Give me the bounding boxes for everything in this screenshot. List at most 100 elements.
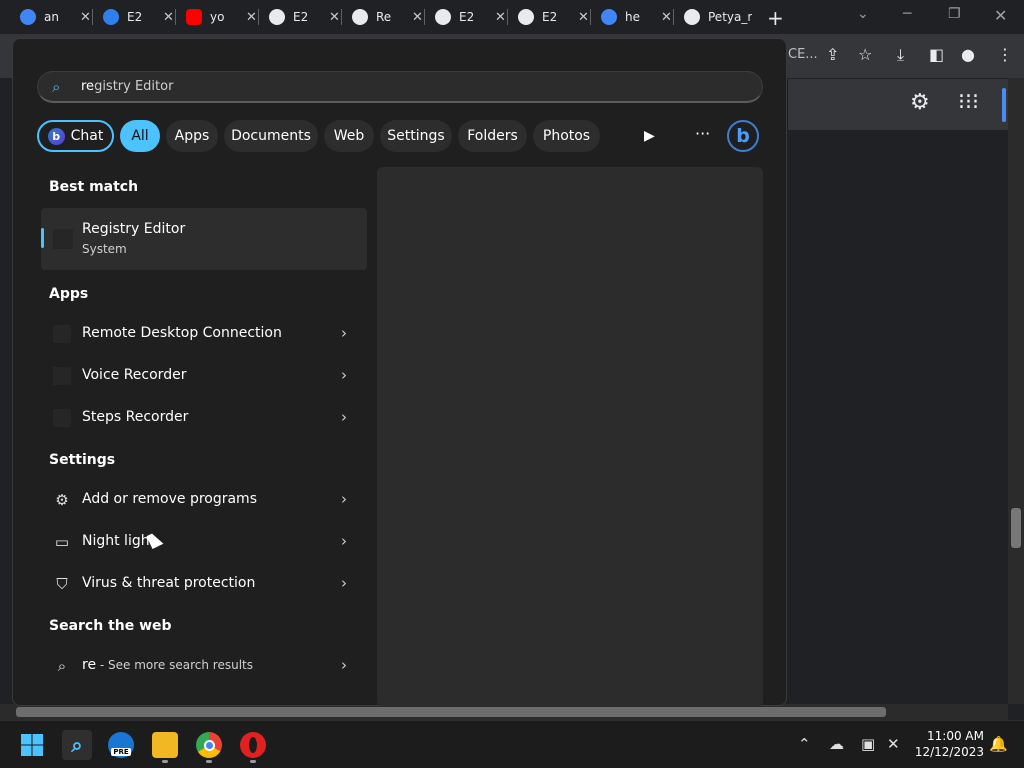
chevron-right-icon[interactable]: › [341, 408, 347, 426]
filter-web[interactable]: Web [324, 120, 374, 152]
browser-tab-9[interactable]: Petya_r [674, 0, 757, 34]
github-icon [352, 9, 368, 25]
app-item-steps-recorder[interactable]: Steps Recorder › [41, 399, 367, 437]
window-close-icon[interactable]: ✕ [994, 6, 1007, 25]
download-icon[interactable]: ⤓ [897, 45, 904, 65]
star-icon[interactable]: ☆ [858, 45, 872, 64]
setting-label: Add or remove programs [82, 491, 257, 507]
browser-tab-1[interactable]: an ✕ [10, 0, 93, 34]
search-query[interactable]: registry Editor [81, 79, 173, 94]
more-options-icon[interactable]: ··· [695, 124, 710, 143]
web-search-item[interactable]: ⌕ re - See more search results › [41, 647, 367, 685]
chevron-up-icon[interactable]: ⌃ [798, 735, 811, 753]
filter-photos[interactable]: Photos [533, 120, 600, 152]
cloud-offline-icon[interactable]: ☁ [829, 735, 844, 753]
edge-preview-icon[interactable]: PRE [108, 732, 134, 758]
filter-all[interactable]: All [120, 120, 160, 152]
close-icon[interactable]: ✕ [495, 10, 506, 25]
chevron-right-icon[interactable]: › [341, 324, 347, 342]
settings-item-night-light[interactable]: ▭ Night light › [41, 523, 367, 561]
volume-muted-icon[interactable]: ✕ [887, 735, 900, 753]
clock-date: 12/12/2023 [914, 745, 984, 759]
windows-start-icon[interactable] [19, 732, 45, 758]
clock-time: 11:00 AM [927, 729, 984, 743]
google-icon [601, 9, 617, 25]
chevron-down-icon[interactable]: ⌄ [857, 6, 869, 22]
search-autocomplete: gistry Editor [94, 79, 174, 94]
close-icon[interactable]: ✕ [412, 10, 423, 25]
address-bar-text[interactable]: CE... [788, 47, 818, 62]
preview-pane [377, 167, 763, 707]
close-icon[interactable]: ✕ [80, 10, 91, 25]
share-icon[interactable]: ⇪ [826, 45, 839, 64]
best-match-name: Registry Editor [82, 221, 186, 237]
taskbar-clock[interactable]: 11:00 AM 12/12/2023 [914, 728, 984, 760]
section-settings: Settings [49, 452, 116, 468]
selection-indicator [41, 228, 44, 248]
browser-tab-bar: an ✕ E2 ✕ yo ✕ E2 ✕ Re ✕ E2 ✕ E2 ✕ he ✕ … [0, 0, 1024, 34]
browser-tab-5[interactable]: Re ✕ [342, 0, 425, 34]
filter-apps[interactable]: Apps [166, 120, 218, 152]
close-icon[interactable]: ✕ [163, 10, 174, 25]
taskbar-search-icon[interactable]: ⌕ [62, 730, 92, 760]
chevron-right-icon[interactable]: › [341, 366, 347, 384]
steps-recorder-icon [53, 409, 71, 427]
section-search-web: Search the web [49, 618, 172, 634]
close-icon[interactable]: ✕ [578, 10, 589, 25]
browser-tab-7[interactable]: E2 ✕ [508, 0, 591, 34]
settings-item-add-remove-programs[interactable]: ⚙ Add or remove programs › [41, 481, 367, 519]
network-icon[interactable]: ▣ [861, 735, 875, 753]
apps-grid-icon[interactable]: ⁝⁝⁝ [958, 90, 979, 115]
laptop-icon: ▭ [54, 533, 70, 551]
profile-icon[interactable]: ● [961, 45, 975, 64]
filter-settings[interactable]: Settings [380, 120, 452, 152]
chevron-right-icon[interactable]: › [341, 656, 347, 674]
browser-tab-4[interactable]: E2 ✕ [259, 0, 342, 34]
google-icon [20, 9, 36, 25]
taskbar: ⌕ PRE ⌃ ☁ ▣ ✕ 11:00 AM 12/12/2023 🔔 [0, 720, 1024, 768]
tab-title: E2 [127, 10, 143, 24]
browser-tab-6[interactable]: E2 ✕ [425, 0, 508, 34]
chevron-right-icon[interactable]: › [341, 574, 347, 592]
section-apps: Apps [49, 286, 89, 302]
app-label: Voice Recorder [82, 367, 187, 383]
vertical-scrollbar[interactable] [1008, 78, 1024, 704]
chevron-right-icon[interactable]: › [341, 532, 347, 550]
setting-label: Virus & threat protection [82, 575, 256, 591]
kebab-menu-icon[interactable]: ⋮ [997, 45, 1013, 64]
browser-tab-8[interactable]: he ✕ [591, 0, 674, 34]
browser-tab-3[interactable]: yo ✕ [176, 0, 259, 34]
close-icon[interactable]: ✕ [661, 10, 672, 25]
restore-icon[interactable]: ❐ [948, 6, 961, 22]
search-icon: ⌕ [71, 733, 83, 757]
side-panel-icon[interactable]: ◧ [929, 45, 944, 64]
opera-icon[interactable] [240, 732, 266, 758]
scrollbar-thumb[interactable] [1011, 508, 1021, 548]
horizontal-scrollbar-thumb[interactable] [16, 707, 886, 717]
play-icon[interactable]: ▶ [644, 128, 655, 144]
app-item-remote-desktop[interactable]: Remote Desktop Connection › [41, 315, 367, 353]
close-icon[interactable]: ✕ [246, 10, 257, 25]
chrome-icon[interactable] [196, 732, 222, 758]
notification-bell-icon[interactable]: 🔔 [989, 735, 1008, 753]
tab-title: Petya_r [708, 10, 752, 24]
shield-icon: ⛉ [56, 575, 68, 593]
browser-tab-2[interactable]: E2 ✕ [93, 0, 176, 34]
settings-item-virus-protection[interactable]: ⛉ Virus & threat protection › [41, 565, 367, 603]
search-icon: ⌕ [57, 657, 67, 675]
filter-folders[interactable]: Folders [458, 120, 527, 152]
bing-icon[interactable]: b [727, 120, 759, 152]
app-item-voice-recorder[interactable]: Voice Recorder › [41, 357, 367, 395]
best-match-item[interactable]: Registry Editor System [41, 208, 367, 270]
search-input[interactable]: ⌕ registry Editor [37, 71, 763, 103]
filter-documents[interactable]: Documents [224, 120, 318, 152]
tab-title: E2 [293, 10, 309, 24]
file-explorer-icon[interactable] [152, 732, 178, 758]
filter-chat[interactable]: b Chat [37, 120, 114, 152]
new-tab-button[interactable]: + [767, 6, 784, 30]
chevron-right-icon[interactable]: › [341, 490, 347, 508]
minimize-icon[interactable]: ─ [903, 6, 911, 22]
close-icon[interactable]: ✕ [329, 10, 340, 25]
app-label: Steps Recorder [82, 409, 189, 425]
gear-icon[interactable]: ⚙ [910, 90, 930, 115]
